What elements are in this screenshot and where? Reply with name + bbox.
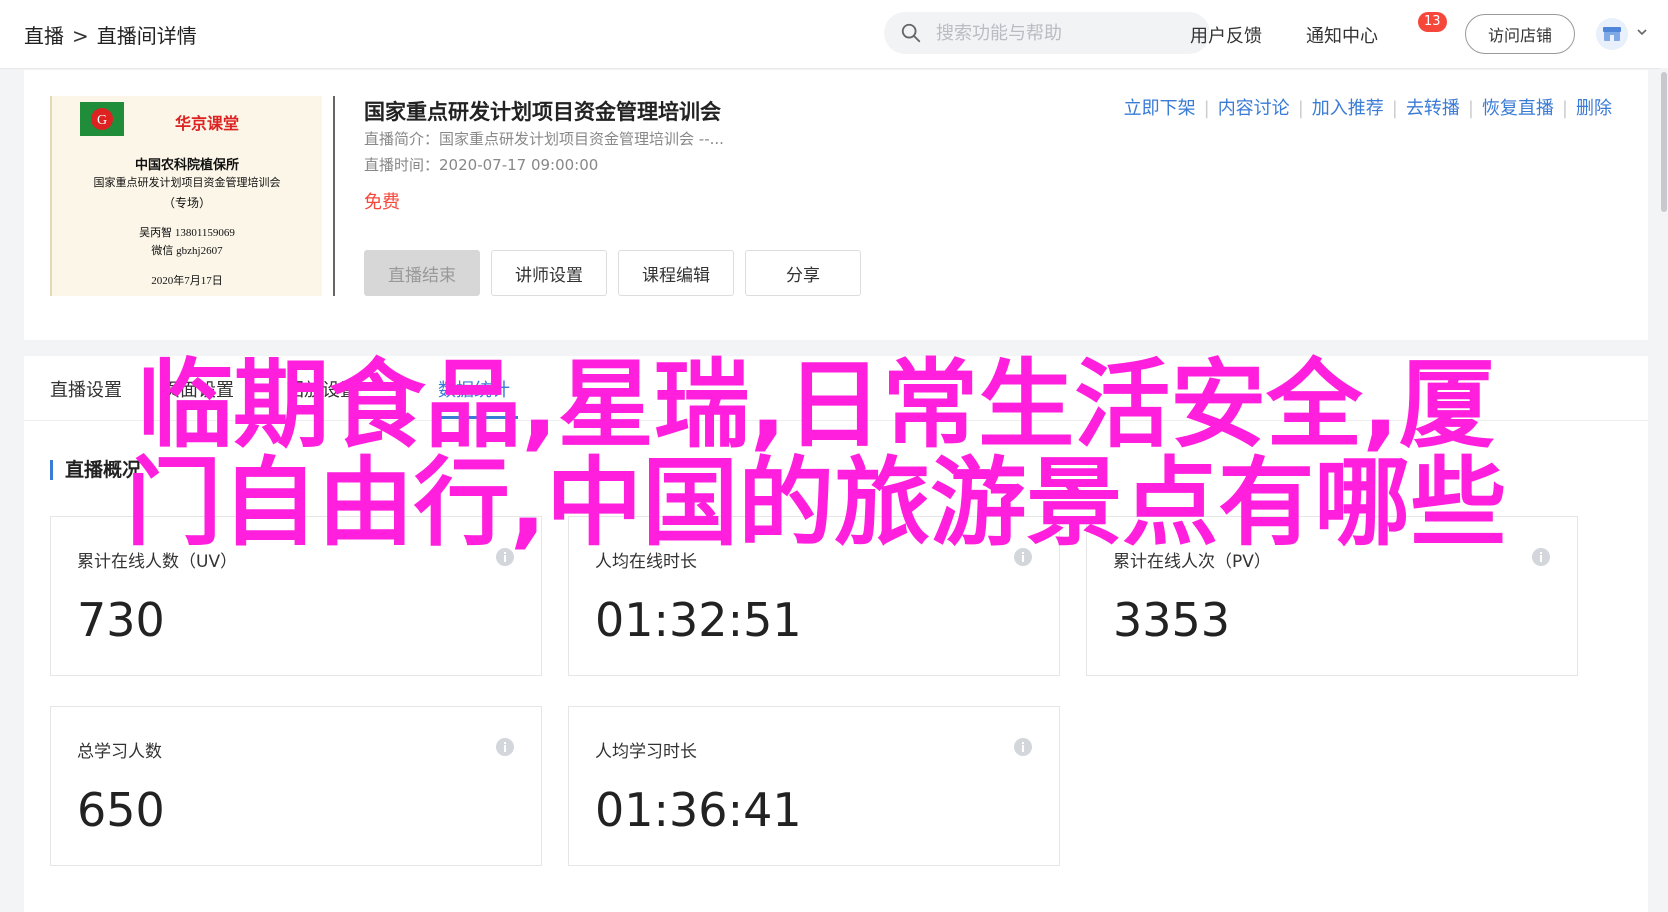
share-button[interactable]: 分享 (745, 250, 861, 296)
stat-label: 人均学习时长 (595, 742, 697, 762)
stat-label: 累计在线人数（UV） (77, 552, 238, 572)
stat-card-pv: 累计在线人次（PV） 3353 (1086, 516, 1578, 676)
action-divider: | (1391, 98, 1398, 119)
chevron-down-icon[interactable] (1636, 26, 1648, 38)
stat-label: 总学习人数 (77, 742, 162, 762)
search-box[interactable] (884, 12, 1210, 54)
tab-page-settings[interactable]: 页面设置 (162, 376, 234, 402)
cover-date: 2020年7月17日 (151, 275, 223, 287)
top-bar: 直播 > 直播间详情 用户反馈 通知中心 13 访问店铺 (0, 0, 1668, 69)
time-label: 直播时间： (364, 156, 440, 174)
info-icon[interactable] (1013, 737, 1033, 757)
cover-brand: 华京课堂 (174, 116, 239, 133)
stat-value: 650 (77, 783, 165, 837)
rebroadcast-link[interactable]: 去转播 (1406, 98, 1460, 119)
stat-card-avg-learning-duration: 人均学习时长 01:36:41 (568, 706, 1060, 866)
search-icon (901, 23, 921, 43)
end-live-button[interactable]: 直播结束 (364, 250, 480, 296)
time-value: 2020-07-17 09:00:00 (439, 156, 599, 174)
tab-bar: 直播设置 页面设置 回放设置 数据统计 (24, 356, 1648, 421)
feedback-link[interactable]: 用户反馈 (1190, 22, 1262, 48)
stat-card-total-learners: 总学习人数 650 (50, 706, 542, 866)
tab-replay-settings[interactable]: 回放设置 (286, 376, 358, 402)
stat-card-uv: 累计在线人数（UV） 730 (50, 516, 542, 676)
info-icon[interactable] (1013, 547, 1033, 567)
action-divider: | (1467, 98, 1474, 119)
stats-panel: 直播设置 页面设置 回放设置 数据统计 直播概况 累计在线人数（UV） 730 … (24, 356, 1648, 912)
info-icon[interactable] (1531, 547, 1551, 567)
stat-value: 01:32:51 (595, 593, 802, 647)
lecturer-settings-button[interactable]: 讲师设置 (491, 250, 607, 296)
cover-contact: 吴丙智 13801159069 (139, 227, 235, 239)
breadcrumb: 直播 > 直播间详情 (24, 20, 197, 49)
store-icon (1603, 27, 1621, 41)
search-input[interactable] (934, 21, 1188, 45)
scrollbar-thumb[interactable] (1661, 72, 1667, 212)
section-title: 直播概况 (50, 460, 141, 480)
visit-store-button[interactable]: 访问店铺 (1465, 14, 1575, 54)
action-divider: | (1297, 98, 1304, 119)
active-tab-indicator (438, 416, 518, 419)
action-links: 立即下架 | 内容讨论 | 加入推荐 | 去转播 | 恢复直播 | 删除 (1124, 94, 1612, 120)
course-info-card: G 华京课堂 中国农科院植保所 国家重点研发计划项目资金管理培训会 （专场） 吴… (24, 70, 1648, 340)
tab-data-statistics[interactable]: 数据统计 (438, 376, 510, 402)
discussion-link[interactable]: 内容讨论 (1218, 98, 1290, 119)
breadcrumb-current: 直播间详情 (96, 24, 197, 48)
store-avatar[interactable] (1596, 18, 1628, 50)
tab-live-settings[interactable]: 直播设置 (50, 376, 122, 402)
course-price: 免费 (364, 192, 400, 213)
stat-label: 累计在线人次（PV） (1113, 552, 1271, 572)
stat-card-avg-online-duration: 人均在线时长 01:32:51 (568, 516, 1060, 676)
stat-value: 01:36:41 (595, 783, 802, 837)
take-down-link[interactable]: 立即下架 (1124, 98, 1196, 119)
stat-value: 730 (77, 593, 165, 647)
info-icon[interactable] (495, 737, 515, 757)
recommend-link[interactable]: 加入推荐 (1312, 98, 1384, 119)
action-divider: | (1561, 98, 1568, 119)
cover-org: 中国农科院植保所 (134, 157, 239, 172)
course-time: 直播时间：2020-07-17 09:00:00 (364, 154, 598, 175)
stat-label: 人均在线时长 (595, 552, 697, 572)
cover-tag: （专场） (162, 196, 211, 210)
intro-value: 国家重点研发计划项目资金管理培训会 --... (439, 130, 724, 148)
action-divider: | (1203, 98, 1210, 119)
info-icon[interactable] (495, 547, 515, 567)
course-intro: 直播简介：国家重点研发计划项目资金管理培训会 --... (364, 128, 724, 149)
course-title: 国家重点研发计划项目资金管理培训会 (364, 100, 721, 124)
cover-subject: 国家重点研发计划项目资金管理培训会 (93, 177, 281, 189)
course-cover-image: G 华京课堂 中国农科院植保所 国家重点研发计划项目资金管理培训会 （专场） 吴… (50, 96, 322, 296)
intro-label: 直播简介： (364, 130, 440, 148)
cover-divider (333, 96, 335, 296)
resume-live-link[interactable]: 恢复直播 (1482, 98, 1554, 119)
breadcrumb-root[interactable]: 直播 (24, 24, 64, 48)
notification-count-badge: 13 (1418, 12, 1447, 32)
cover-wechat: 微信 gbzhj2607 (151, 245, 223, 257)
edit-course-button[interactable]: 课程编辑 (618, 250, 734, 296)
notification-center-link[interactable]: 通知中心 (1306, 22, 1378, 48)
breadcrumb-separator: > (72, 24, 89, 48)
delete-link[interactable]: 删除 (1576, 98, 1612, 119)
stat-value: 3353 (1113, 593, 1231, 647)
